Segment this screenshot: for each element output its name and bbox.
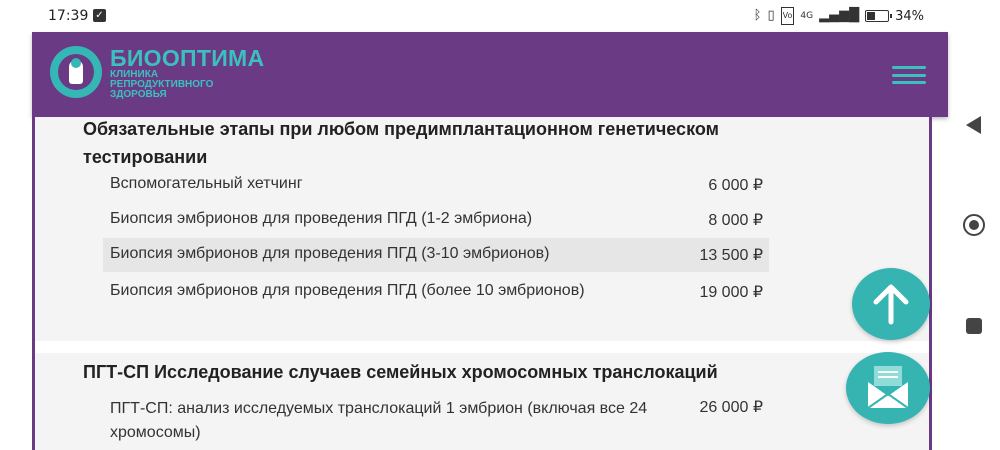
- signal-icon: ▂▄▆█: [819, 8, 860, 23]
- contact-button[interactable]: [846, 352, 930, 424]
- logo-subtitle: КЛИНИКА РЕПРОДУКТИВНОГО ЗДОРОВЬЯ: [110, 69, 214, 100]
- scroll-to-top-button[interactable]: [852, 268, 930, 340]
- volte-icon: Vo: [780, 7, 795, 25]
- section-title: Обязательные этапы при любом предимплант…: [83, 119, 719, 167]
- arrow-up-icon: [873, 284, 909, 325]
- logo-emblem-icon[interactable]: [50, 46, 102, 98]
- hamburger-menu-icon[interactable]: [892, 66, 926, 84]
- back-triangle-icon[interactable]: [966, 116, 981, 134]
- bluetooth-icon: ᛒ: [753, 8, 762, 23]
- network-type-label: 4G: [800, 11, 814, 21]
- status-time: 17:39: [48, 8, 89, 24]
- battery-percent: 34%: [895, 8, 924, 24]
- system-navigation-bar: [950, 32, 1000, 450]
- recents-square-icon[interactable]: [966, 318, 982, 334]
- logo-title[interactable]: БИООПТИМА: [110, 45, 264, 72]
- price-row: Биопсия эмбрионов для проведения ПГД (1-…: [103, 203, 769, 237]
- status-icons: ᛒ ▯ Vo 4G ▂▄▆█ 34%: [754, 7, 924, 25]
- section-divider: [35, 341, 929, 353]
- service-name: Вспомогательный хетчинг: [110, 175, 303, 192]
- price-list-panel: Обязательные этапы при любом предимплант…: [32, 117, 932, 450]
- service-price: 6 000 ₽: [708, 177, 763, 194]
- service-name: Биопсия эмбрионов для проведения ПГД (бо…: [110, 282, 585, 299]
- service-price: 8 000 ₽: [708, 212, 763, 229]
- vibrate-icon: ▯: [767, 8, 775, 23]
- site-header: БИООПТИМА КЛИНИКА РЕПРОДУКТИВНОГО ЗДОРОВ…: [32, 32, 948, 117]
- envelope-icon: [867, 366, 909, 409]
- price-row: Биопсия эмбрионов для проведения ПГД (3-…: [103, 238, 769, 272]
- service-name: Биопсия эмбрионов для проведения ПГД (1-…: [110, 210, 533, 227]
- price-row: Вспомогательный хетчинг 6 000 ₽: [103, 168, 769, 202]
- checkbox-notification-icon: ✓: [93, 9, 106, 22]
- battery-icon: [865, 10, 893, 22]
- service-price: 26 000 ₽: [699, 399, 763, 416]
- service-name: Биопсия эмбрионов для проведения ПГД (3-…: [110, 245, 550, 262]
- price-row: Биопсия эмбрионов для проведения ПГД (бо…: [103, 275, 769, 309]
- home-circle-icon[interactable]: [963, 214, 985, 236]
- service-price: 13 500 ₽: [699, 247, 763, 264]
- service-name: ПГТ-СП: анализ исследуемых транслокаций …: [110, 400, 648, 441]
- service-price: 19 000 ₽: [699, 284, 763, 301]
- status-bar: 17:39 ✓ ᛒ ▯ Vo 4G ▂▄▆█ 34%: [0, 0, 1000, 32]
- section-title: ПГТ-СП Исследование случаев семейных хро…: [83, 362, 718, 382]
